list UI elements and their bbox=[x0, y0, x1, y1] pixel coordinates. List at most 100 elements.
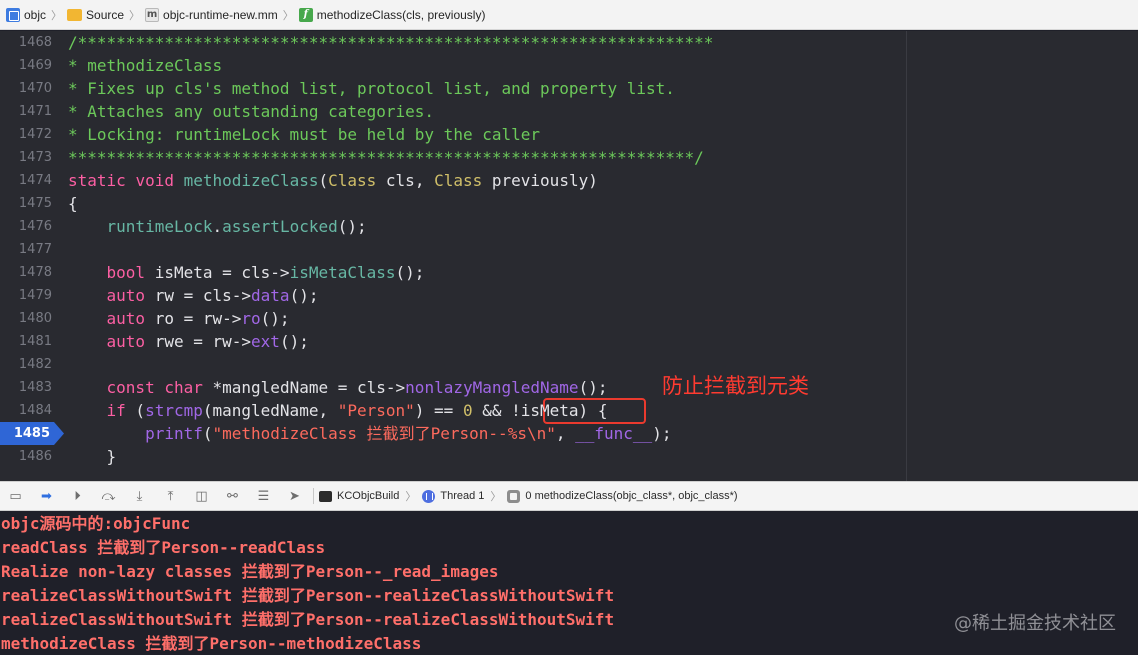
breadcrumb-folder[interactable]: Source bbox=[67, 8, 124, 22]
code-token: ****************************************… bbox=[68, 148, 704, 167]
line-gutter[interactable]: 1479 bbox=[0, 284, 62, 307]
code-token: runtimeLock bbox=[106, 217, 213, 236]
line-number: 1472 bbox=[18, 127, 52, 142]
target-label: KCObjcBuild bbox=[337, 490, 400, 502]
console-line: Realize non-lazy classes 拦截到了Person--_re… bbox=[1, 562, 499, 581]
console-line: realizeClassWithoutSwift 拦截到了Person--rea… bbox=[1, 586, 615, 605]
project-icon bbox=[6, 7, 20, 22]
line-number: 1483 bbox=[18, 380, 52, 395]
line-gutter[interactable]: 1486 bbox=[0, 445, 62, 468]
line-gutter[interactable]: 1473 bbox=[0, 146, 62, 169]
code-token: "Person" bbox=[337, 401, 415, 420]
code-line: const char *mangledName = cls->nonlazyMa… bbox=[68, 376, 608, 399]
view-hierarchy-icon[interactable]: ◫ bbox=[186, 481, 217, 511]
breakpoints-toggle-icon[interactable]: ➡ bbox=[31, 481, 62, 511]
folder-icon bbox=[67, 8, 83, 21]
code-line: runtimeLock.assertLocked(); bbox=[68, 215, 367, 238]
code-token: strcmp bbox=[145, 401, 203, 420]
chevron-right-icon: 〉 bbox=[490, 491, 502, 503]
thread-label: Thread 1 bbox=[440, 490, 485, 502]
code-token: (); bbox=[578, 378, 608, 397]
line-gutter[interactable]: 1470 bbox=[0, 77, 62, 100]
breadcrumb-function[interactable]: f methodizeClass(cls, previously) bbox=[298, 7, 485, 22]
line-gutter[interactable]: 1471 bbox=[0, 100, 62, 123]
environment-overrides-icon[interactable]: ☰ bbox=[248, 481, 279, 511]
code-token: bool bbox=[106, 263, 146, 282]
code-token: methodizeClass bbox=[183, 171, 319, 190]
step-into-icon[interactable]: ⤓ bbox=[124, 481, 155, 511]
debug-thread[interactable]: Thread 1 bbox=[420, 489, 486, 503]
line-gutter[interactable]: 1477 bbox=[0, 238, 62, 261]
code-token: } bbox=[68, 447, 117, 466]
line-number: 1475 bbox=[18, 196, 52, 211]
memory-graph-icon[interactable]: ⚯ bbox=[217, 481, 248, 511]
step-over-icon[interactable]: ⤼ bbox=[93, 481, 124, 511]
chevron-right-icon: 〉 bbox=[282, 9, 294, 22]
line-gutter[interactable]: 1468 bbox=[0, 31, 62, 54]
breakpoint-marker[interactable]: 1485 bbox=[0, 422, 64, 445]
line-number: 1484 bbox=[18, 403, 52, 418]
step-out-icon[interactable]: ⤒ bbox=[155, 481, 186, 511]
breadcrumb-file[interactable]: m objc-runtime-new.mm bbox=[145, 7, 278, 22]
code-token: cls, bbox=[376, 171, 435, 190]
line-number: 1477 bbox=[18, 242, 52, 257]
line-gutter[interactable]: 1484 bbox=[0, 399, 62, 422]
continue-icon[interactable]: ⏵ bbox=[62, 481, 93, 511]
breadcrumb-label: Source bbox=[86, 7, 125, 22]
code-line: static void methodizeClass(Class cls, Cl… bbox=[68, 169, 598, 192]
code-editor[interactable]: 防止拦截到元类 1468/***************************… bbox=[0, 31, 1138, 481]
code-token: (mangledName, bbox=[202, 401, 338, 420]
chevron-right-icon: 〉 bbox=[129, 9, 141, 22]
line-gutter[interactable]: 1476 bbox=[0, 215, 62, 238]
code-token: && !isMeta) { bbox=[472, 401, 608, 420]
code-line: ****************************************… bbox=[68, 146, 704, 169]
console-line: objc源码中的:objcFunc bbox=[1, 514, 191, 533]
code-token: previously) bbox=[482, 171, 598, 190]
debug-target[interactable]: KCObjcBuild bbox=[317, 490, 401, 502]
breadcrumb-label: objc-runtime-new.mm bbox=[163, 7, 278, 22]
annotation-text: 防止拦截到元类 bbox=[662, 374, 809, 398]
hide-debug-area-icon[interactable]: ▭ bbox=[0, 481, 31, 511]
line-gutter[interactable]: 1474 bbox=[0, 169, 62, 192]
code-token: ( bbox=[318, 171, 329, 190]
code-token: (); bbox=[337, 217, 367, 236]
line-number: 1470 bbox=[18, 81, 52, 96]
console-output[interactable]: objc源码中的:objcFunc readClass 拦截到了Person--… bbox=[0, 511, 1138, 655]
debug-frame[interactable]: 0 methodizeClass(objc_class*, objc_class… bbox=[505, 489, 739, 503]
code-token: nonlazyMangledName bbox=[405, 378, 579, 397]
code-token: auto bbox=[106, 286, 146, 305]
code-token: auto bbox=[106, 332, 146, 351]
code-token: rwe = rw-> bbox=[145, 332, 252, 351]
code-token: __func__ bbox=[575, 424, 653, 443]
code-token: ( bbox=[125, 401, 146, 420]
line-gutter[interactable]: 1478 bbox=[0, 261, 62, 284]
line-gutter[interactable]: 1483 bbox=[0, 376, 62, 399]
line-number: 1476 bbox=[18, 219, 52, 234]
watermark: @稀土掘金技术社区 bbox=[954, 613, 1116, 634]
line-number: 1471 bbox=[18, 104, 52, 119]
location-arrow-icon[interactable]: ➤ bbox=[279, 481, 310, 511]
line-gutter[interactable]: 1482 bbox=[0, 353, 62, 376]
code-token: ****************************************… bbox=[96, 33, 714, 52]
line-gutter[interactable]: 1481 bbox=[0, 330, 62, 353]
code-token: isMeta = cls-> bbox=[145, 263, 290, 282]
code-token: * methodizeClass bbox=[68, 56, 223, 75]
code-token: (); bbox=[395, 263, 425, 282]
code-token: * Fixes up cls's method list, protocol l… bbox=[68, 79, 675, 98]
line-gutter[interactable]: 1480 bbox=[0, 307, 62, 330]
line-gutter[interactable]: 1475 bbox=[0, 192, 62, 215]
code-token: ext bbox=[251, 332, 280, 351]
line-number: 1486 bbox=[18, 449, 52, 464]
line-number: 1469 bbox=[18, 58, 52, 73]
line-gutter[interactable]: 1472 bbox=[0, 123, 62, 146]
line-gutter[interactable]: 1469 bbox=[0, 54, 62, 77]
line-number: 1481 bbox=[18, 334, 52, 349]
code-line: bool isMeta = cls->isMetaClass(); bbox=[68, 261, 425, 284]
code-token: ) == bbox=[414, 401, 463, 420]
code-line: * Fixes up cls's method list, protocol l… bbox=[68, 77, 675, 100]
breadcrumb-project[interactable]: objc bbox=[6, 7, 46, 22]
